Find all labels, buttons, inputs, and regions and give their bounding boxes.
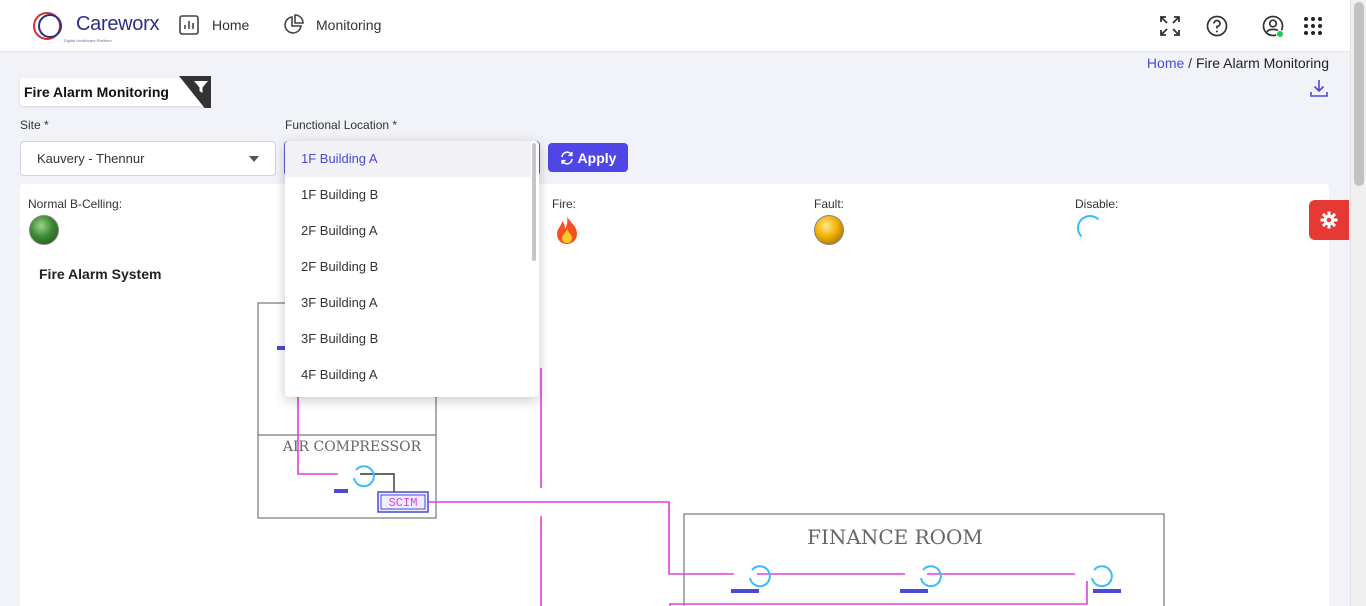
fullscreen-icon[interactable] — [1157, 13, 1183, 39]
apply-button[interactable]: Apply — [548, 143, 628, 172]
page-scrollbar[interactable] — [1350, 0, 1366, 606]
logo-text: Careworx — [76, 13, 160, 35]
location-option-4f-building-a[interactable]: 4F Building A — [285, 357, 531, 393]
nav-home[interactable]: Home — [178, 14, 249, 36]
page-title: Fire Alarm Monitoring — [20, 78, 207, 106]
logo-tagline: Digital Healthcare Platform — [64, 38, 112, 43]
settings-button[interactable] — [1309, 200, 1349, 240]
nav-monitoring[interactable]: Monitoring — [282, 14, 381, 36]
breadcrumb-separator: / — [1188, 55, 1193, 71]
help-icon[interactable] — [1204, 13, 1230, 39]
location-option-2f-building-a[interactable]: 2F Building A — [285, 213, 531, 249]
refresh-icon — [560, 150, 573, 165]
site-select[interactable]: Kauvery - Thennur — [20, 141, 276, 176]
nav-home-label: Home — [212, 17, 250, 33]
site-label: Site * — [20, 118, 49, 132]
gear-icon — [1320, 211, 1338, 229]
careworx-logo[interactable]: Careworx Digital Healthcare Platform — [32, 10, 159, 44]
location-option-2f-building-b[interactable]: 2F Building B — [285, 249, 531, 285]
apps-grid-icon[interactable] — [1300, 13, 1326, 39]
breadcrumb: Home / Fire Alarm Monitoring — [1147, 55, 1329, 71]
scim-label: SCIM — [389, 496, 418, 510]
finance-room-label: FINANCE ROOM — [807, 525, 983, 549]
smoke-detector-icon[interactable] — [920, 565, 942, 588]
scim-link — [360, 473, 395, 492]
filter-icon — [194, 81, 208, 93]
functional-location-label: Functional Location * — [285, 118, 398, 132]
location-option-3f-building-b[interactable]: 3F Building B — [285, 321, 531, 357]
fire-alarm-card: Normal B-Celling: Fire: Fault: Disable: … — [20, 184, 1329, 606]
smoke-detector-icon[interactable] — [1091, 565, 1113, 588]
air-compressor-room-label: AIR COMPRESSOR — [282, 439, 422, 455]
site-select-value: Kauvery - Thennur — [37, 151, 145, 166]
functional-location-dropdown: 1F Building A 1F Building B 2F Building … — [285, 141, 539, 397]
apply-label: Apply — [577, 149, 617, 166]
wiring — [297, 368, 1088, 606]
top-bar: Careworx Digital Healthcare Platform Hom… — [0, 0, 1350, 52]
floor-plan: AIR COMPRESSOR FINANCE ROOM SCIM — [257, 302, 1165, 606]
location-option-1f-building-b[interactable]: 1F Building B — [285, 177, 531, 213]
dropdown-scrollbar[interactable] — [532, 143, 536, 261]
nav-monitoring-label: Monitoring — [316, 17, 382, 33]
bar-chart-icon — [179, 15, 199, 35]
breadcrumb-current: Fire Alarm Monitoring — [1195, 55, 1329, 71]
smoke-detector-icon[interactable] — [353, 465, 375, 488]
location-option-3f-building-a[interactable]: 3F Building A — [285, 285, 531, 321]
chevron-down-icon — [249, 156, 259, 162]
breadcrumb-home-link[interactable]: Home — [1147, 55, 1184, 71]
download-icon[interactable] — [1309, 78, 1329, 98]
page-scrollbar-thumb[interactable] — [1354, 2, 1364, 186]
pie-chart-icon — [284, 14, 304, 34]
smoke-detector-icon[interactable] — [749, 565, 771, 588]
online-status-dot — [1276, 30, 1284, 38]
location-option-1f-building-a[interactable]: 1F Building A — [285, 141, 531, 177]
detectors — [353, 465, 1113, 588]
